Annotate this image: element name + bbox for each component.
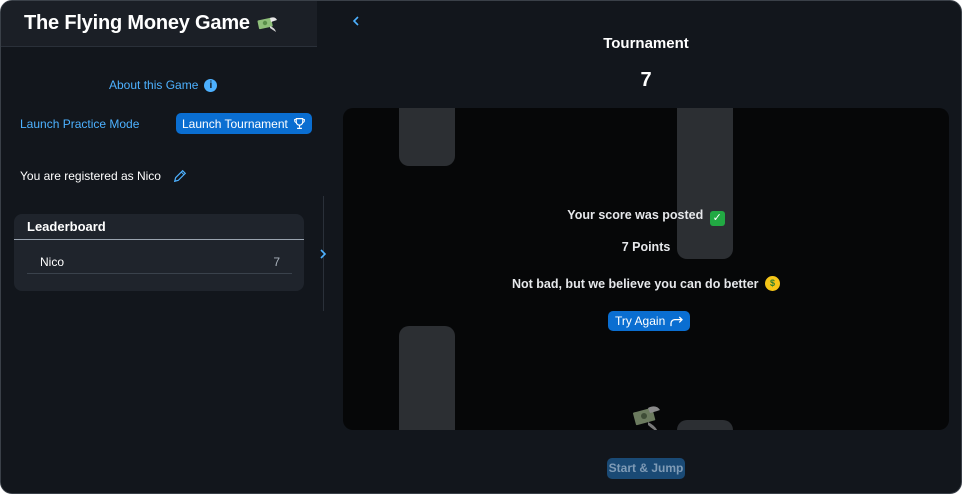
feedback-text: Not bad, but we believe you can do bette… — [511, 277, 759, 291]
page-title: Tournament — [603, 35, 689, 52]
launch-tournament-label: Launch Tournament — [182, 116, 288, 131]
chevron-left-icon[interactable] — [350, 14, 362, 28]
sidebar-header: The Flying Money Game — [1, 1, 317, 47]
score-posted-text: Your score was posted — [567, 208, 704, 222]
score-posted-message: Your score was posted ✓ — [343, 208, 949, 226]
game-canvas[interactable]: Your score was posted ✓ 7 Points Not bad… — [343, 108, 949, 430]
current-score: 7 — [640, 69, 652, 91]
pipe-top — [677, 108, 733, 259]
pipe-bottom — [677, 420, 733, 430]
pencil-icon[interactable] — [173, 169, 187, 183]
info-icon: i — [204, 78, 218, 92]
points-message: 7 Points — [621, 240, 671, 254]
chevron-right-icon[interactable] — [318, 247, 328, 261]
check-mark-icon: ✓ — [709, 211, 725, 226]
pipe-top — [399, 108, 455, 166]
share-arrow-icon — [670, 315, 684, 326]
leaderboard-player-name: Nico — [40, 255, 65, 269]
about-game-link[interactable]: About this Game i — [109, 78, 218, 92]
app-title: The Flying Money Game — [24, 12, 278, 35]
try-again-button[interactable]: Try Again — [608, 311, 691, 331]
feedback-message: Not bad, but we believe you can do bette… — [343, 276, 949, 291]
money-mouth-face-icon — [765, 276, 781, 291]
registered-text: You are registered as Nico — [20, 169, 161, 183]
sidebar: The Flying Money Game About this Game i … — [1, 1, 317, 493]
try-again-label: Try Again — [615, 314, 666, 328]
flying-money-sprite — [633, 406, 660, 430]
registration-status: You are registered as Nico — [20, 169, 187, 183]
leaderboard-title: Leaderboard — [14, 214, 304, 240]
leaderboard-player-score: 7 — [273, 255, 280, 269]
launch-tournament-button[interactable]: Launch Tournament — [176, 113, 312, 134]
trophy-icon — [293, 118, 305, 129]
leaderboard-row[interactable]: Nico 7 — [27, 250, 292, 274]
app-window: The Flying Money Game About this Game i … — [0, 0, 962, 494]
start-jump-button[interactable]: Start & Jump — [607, 458, 685, 479]
flying-money-icon — [257, 16, 277, 32]
launch-practice-mode-link[interactable]: Launch Practice Mode — [20, 117, 139, 131]
leaderboard-panel: Leaderboard Nico 7 — [14, 214, 304, 291]
about-game-label: About this Game — [109, 78, 199, 92]
pipe-bottom — [399, 326, 455, 430]
app-title-text: The Flying Money Game — [24, 12, 250, 34]
